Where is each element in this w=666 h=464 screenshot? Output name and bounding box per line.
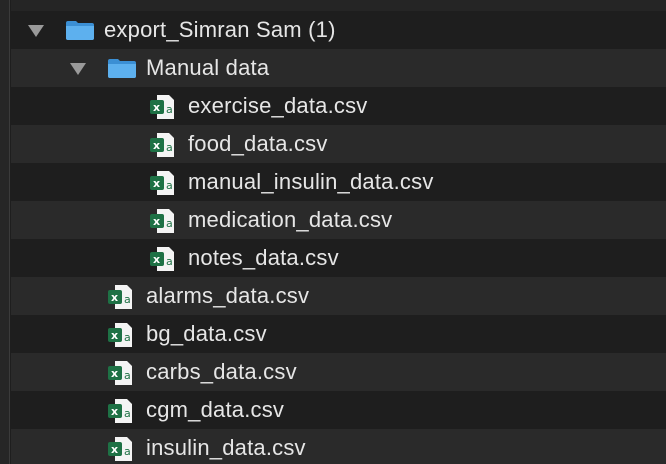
folder-name-label: export_Simran Sam (1) [104, 17, 336, 42]
file-name-label: cgm_data.csv [146, 397, 285, 422]
svg-text:a: a [166, 255, 173, 268]
file-name-label: exercise_data.csv [188, 93, 368, 118]
file-row[interactable]: a x carbs_data.csv [11, 353, 666, 391]
excel-csv-icon: a x [108, 399, 132, 423]
svg-text:x: x [111, 405, 118, 418]
file-name-label: notes_data.csv [188, 245, 339, 270]
svg-text:x: x [153, 215, 160, 228]
svg-text:x: x [111, 367, 118, 380]
svg-text:a: a [166, 141, 173, 154]
svg-text:x: x [153, 139, 160, 152]
excel-csv-icon: a x [150, 133, 174, 157]
svg-text:a: a [124, 407, 131, 420]
excel-csv-icon: a x [150, 171, 174, 195]
excel-csv-icon: a x [150, 95, 174, 119]
file-row[interactable]: a x insulin_data.csv [11, 429, 666, 464]
excel-csv-icon: a x [150, 209, 174, 233]
file-name-label: manual_insulin_data.csv [188, 169, 434, 194]
file-row[interactable]: a x notes_data.csv [11, 239, 666, 277]
svg-text:a: a [166, 217, 173, 230]
file-row[interactable]: a x alarms_data.csv [11, 277, 666, 315]
excel-csv-icon: a x [108, 361, 132, 385]
folder-row-manual-data[interactable]: Manual data [11, 49, 666, 87]
file-row[interactable]: a x cgm_data.csv [11, 391, 666, 429]
folder-icon [66, 21, 94, 40]
folder-name-label: Manual data [146, 55, 270, 80]
svg-text:x: x [153, 253, 160, 266]
file-name-label: bg_data.csv [146, 321, 267, 346]
svg-text:x: x [153, 101, 160, 114]
folder-row-root[interactable]: export_Simran Sam (1) [11, 11, 666, 49]
svg-text:x: x [111, 329, 118, 342]
file-name-label: food_data.csv [188, 131, 328, 156]
svg-text:a: a [124, 293, 131, 306]
svg-text:a: a [124, 331, 131, 344]
file-name-label: insulin_data.csv [146, 435, 306, 460]
list-item-partial[interactable] [11, 0, 666, 11]
file-row[interactable]: a x medication_data.csv [11, 201, 666, 239]
svg-text:a: a [166, 103, 173, 116]
file-row[interactable]: a x bg_data.csv [11, 315, 666, 353]
sidebar-edge [0, 0, 10, 464]
disclosure-triangle-expanded-icon[interactable] [70, 63, 86, 75]
disclosure-triangle-expanded-icon[interactable] [28, 25, 44, 37]
file-row[interactable]: a x manual_insulin_data.csv [11, 163, 666, 201]
file-name-label: carbs_data.csv [146, 359, 297, 384]
finder-list-view: export_Simran Sam (1) Manual data a x ex… [0, 0, 666, 464]
folder-icon [108, 59, 136, 78]
svg-text:x: x [111, 443, 118, 456]
file-row[interactable]: a x exercise_data.csv [11, 87, 666, 125]
svg-text:a: a [166, 179, 173, 192]
file-tree: export_Simran Sam (1) Manual data a x ex… [11, 0, 666, 464]
excel-csv-icon: a x [108, 285, 132, 309]
file-name-label: medication_data.csv [188, 207, 393, 232]
excel-csv-icon: a x [150, 247, 174, 271]
svg-text:a: a [124, 369, 131, 382]
svg-text:x: x [111, 291, 118, 304]
file-name-label: alarms_data.csv [146, 283, 310, 308]
svg-text:a: a [124, 445, 131, 458]
excel-csv-icon: a x [108, 323, 132, 347]
file-row[interactable]: a x food_data.csv [11, 125, 666, 163]
svg-text:x: x [153, 177, 160, 190]
excel-csv-icon: a x [108, 437, 132, 461]
